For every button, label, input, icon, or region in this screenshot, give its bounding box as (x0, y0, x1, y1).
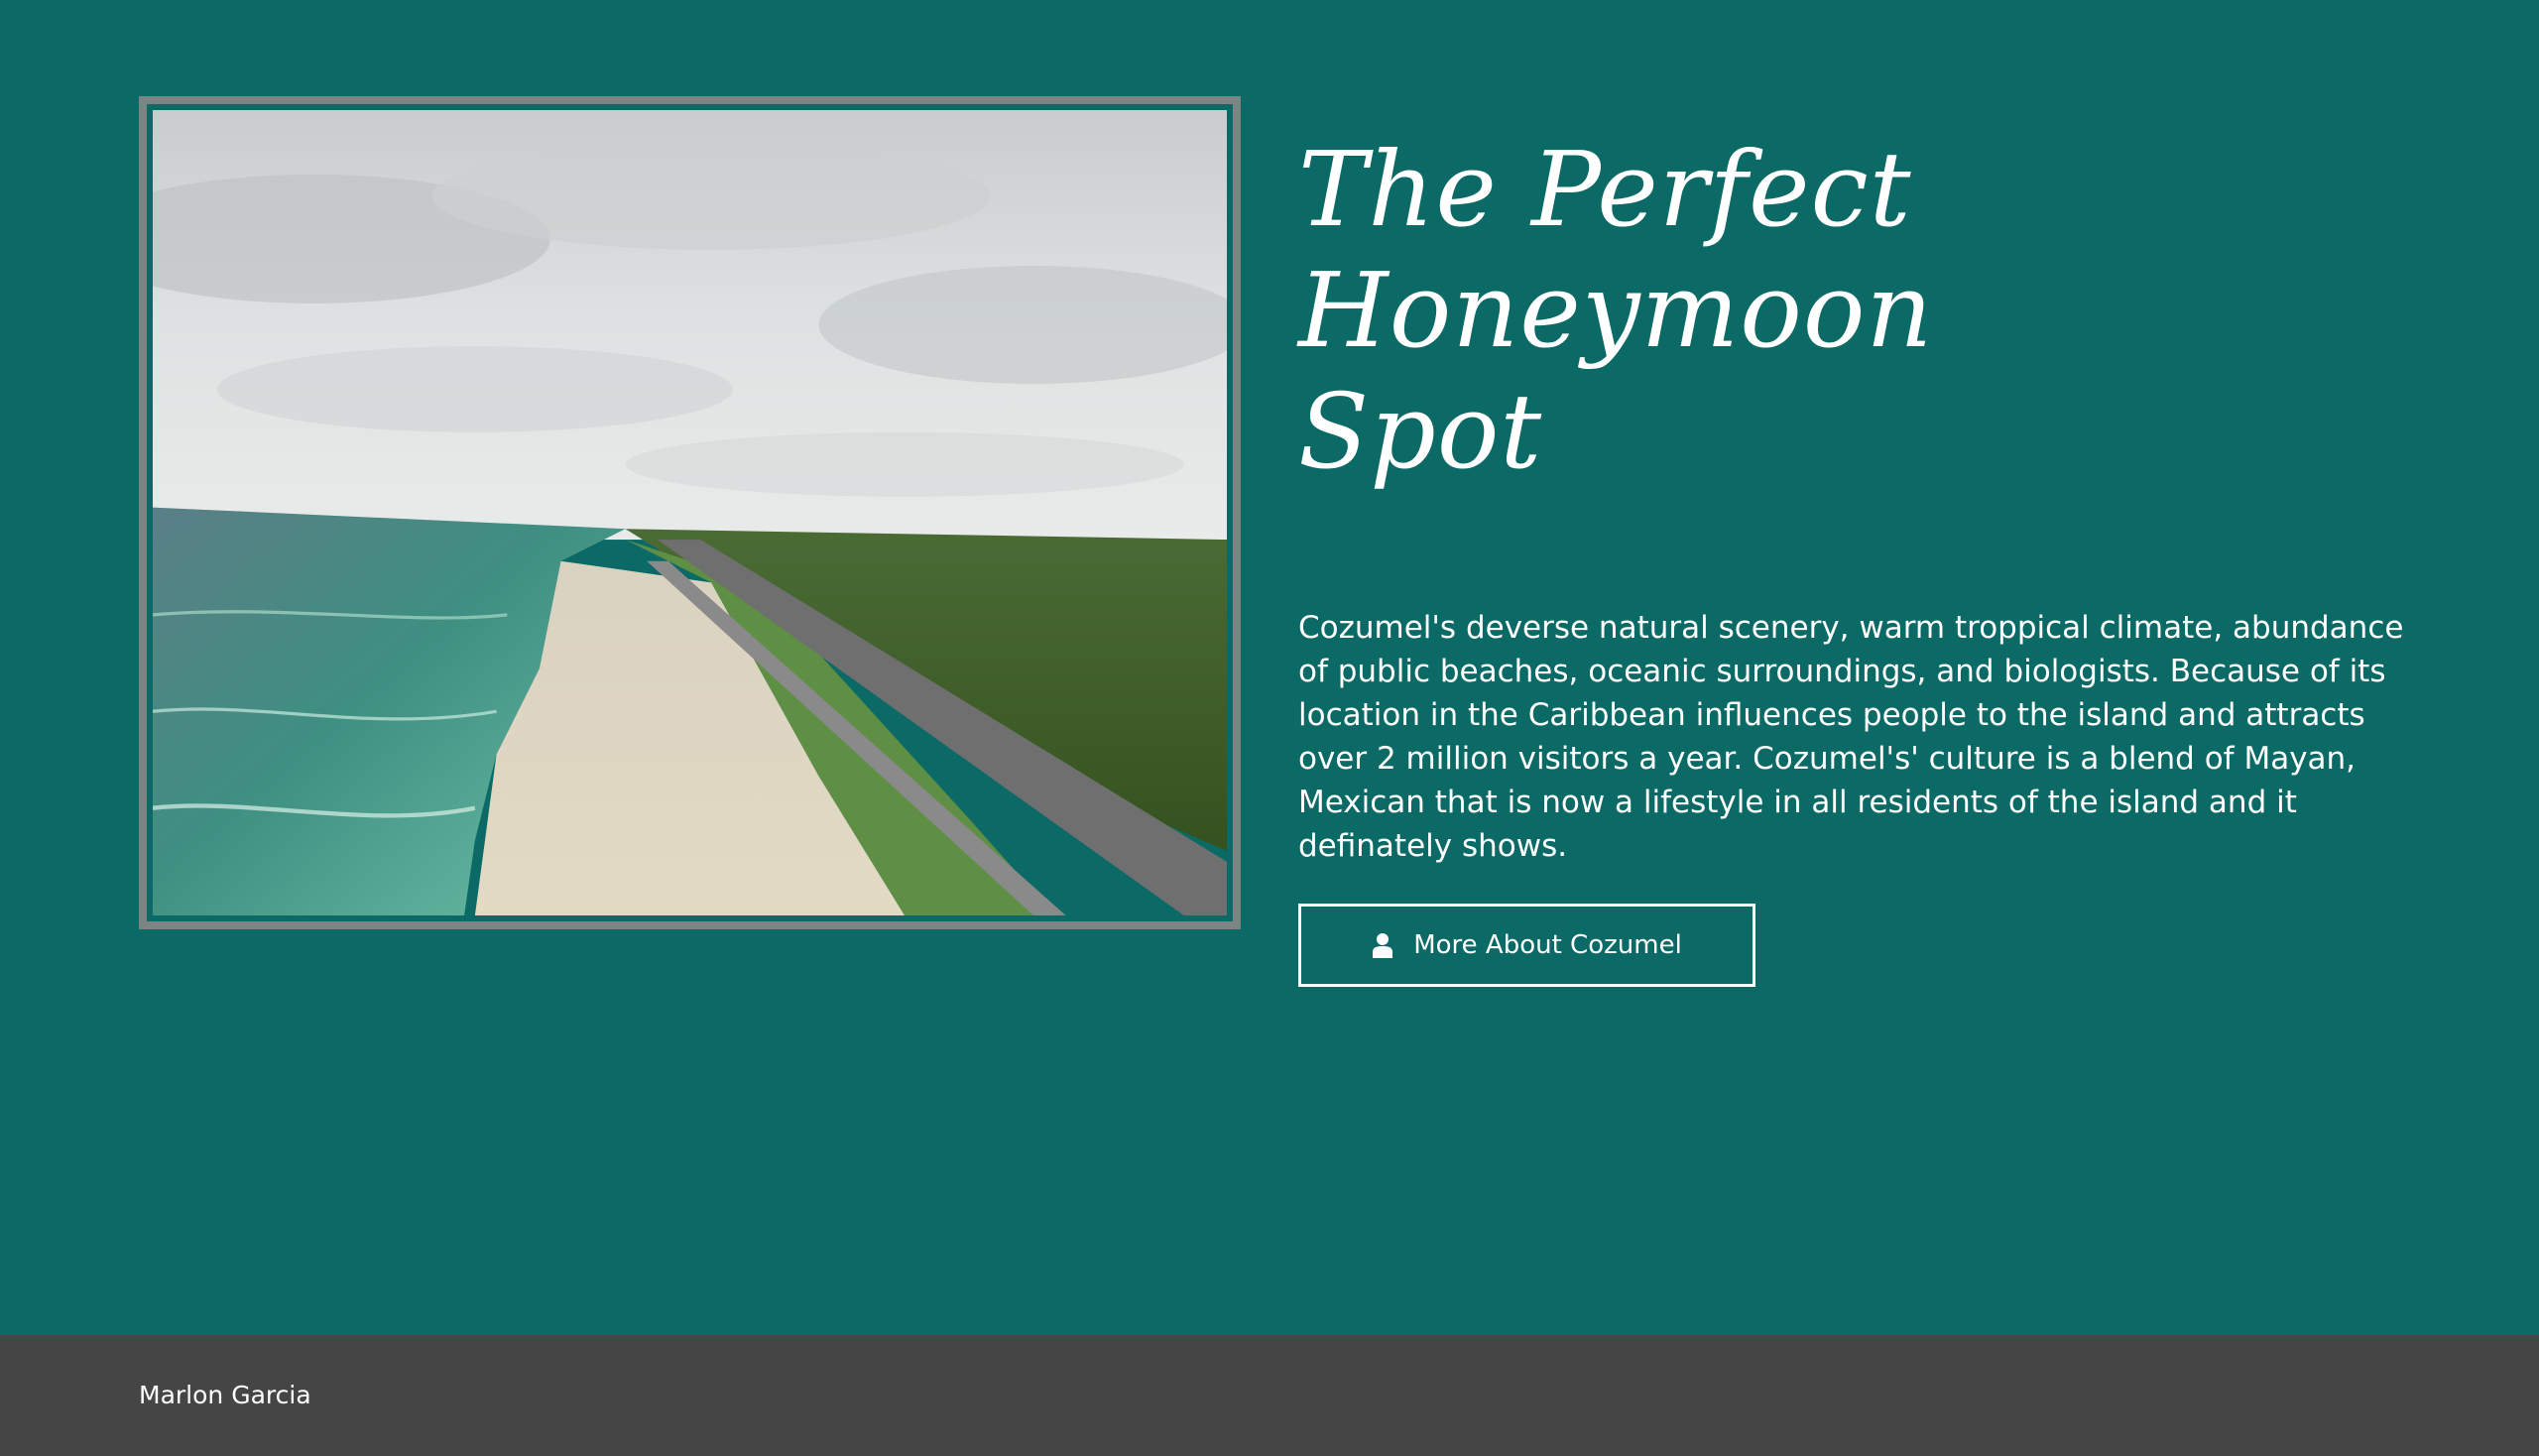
title-line-1: The Perfect Honeymoon (1298, 129, 1934, 371)
button-label: More About Cozumel (1413, 930, 1682, 960)
hero-content: The Perfect Honeymoon Spot Cozumel's dev… (1298, 129, 2429, 987)
page-title: The Perfect Honeymoon Spot (1298, 129, 2429, 492)
title-line-2: Spot (1298, 371, 1543, 492)
user-icon (1372, 932, 1393, 958)
footer: Marlon Garcia (0, 1335, 2539, 1456)
main-section: The Perfect Honeymoon Spot Cozumel's dev… (0, 0, 2539, 1335)
more-about-cozumel-button[interactable]: More About Cozumel (1298, 904, 1755, 987)
photo-frame (139, 96, 1241, 929)
footer-author: Marlon Garcia (139, 1381, 311, 1409)
hero-description: Cozumel's deverse natural scenery, warm … (1298, 610, 2404, 864)
coastline-photo (153, 110, 1227, 915)
page: The Perfect Honeymoon Spot Cozumel's dev… (0, 0, 2539, 1456)
